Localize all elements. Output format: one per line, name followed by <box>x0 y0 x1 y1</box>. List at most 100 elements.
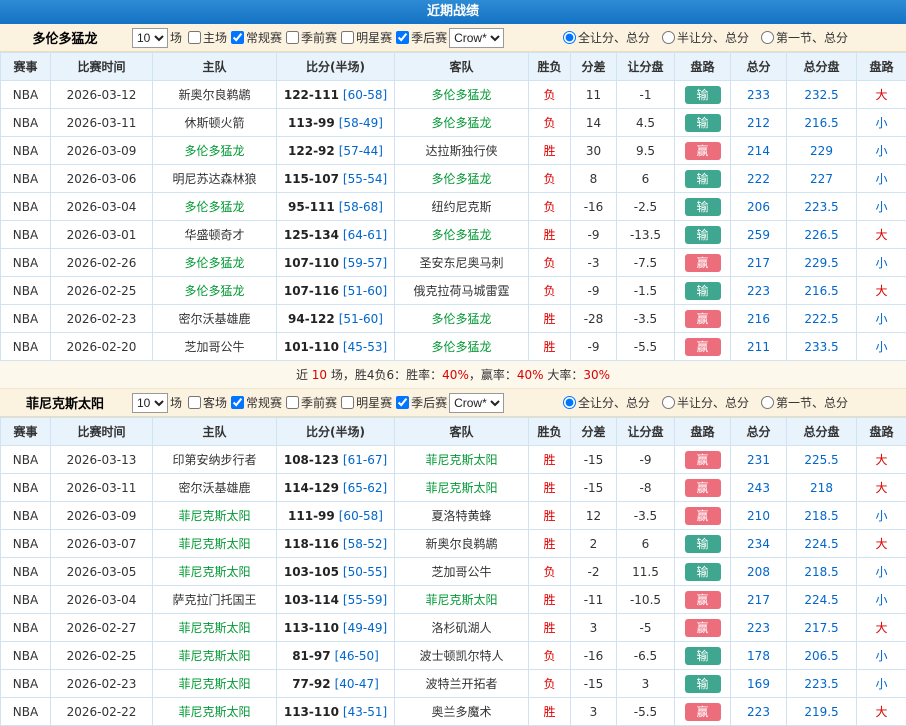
score-cell: 107-116[51-60] <box>277 277 395 305</box>
handicap-result-badge: 输 <box>685 86 721 104</box>
half-handicap-total-radio[interactable] <box>662 396 675 409</box>
final-score: 107-116 <box>284 284 339 298</box>
games-count-select[interactable]: 10 <box>132 393 168 413</box>
scope-radio-first-quarter-total[interactable]: 第一节、总分 <box>757 394 848 411</box>
home-team-name: 菲尼克斯太阳 <box>178 677 250 691</box>
games-count-select[interactable]: 10 <box>132 28 168 48</box>
filter-checkbox-playoffs[interactable]: 季后赛 <box>392 394 447 411</box>
radio-label: 第一节、总分 <box>776 29 848 46</box>
sections-container: 多伦多猛龙10场主场常规赛季前赛明星赛季后赛Crow*全让分、总分半让分、总分第… <box>0 24 906 726</box>
away-team-name: 多伦多猛龙 <box>431 172 491 186</box>
filter-checkbox-preseason[interactable]: 季前赛 <box>282 29 337 46</box>
league-cell: NBA <box>1 698 51 726</box>
total-line-cell: 219.5 <box>787 698 857 726</box>
score-cell: 77-92[40-47] <box>277 670 395 698</box>
away-team-name: 多伦多猛龙 <box>431 116 491 130</box>
final-score: 77-92 <box>292 677 330 691</box>
scope-radio-first-quarter-total[interactable]: 第一节、总分 <box>757 29 848 46</box>
filter-checkbox-preseason[interactable]: 季前赛 <box>282 394 337 411</box>
final-score: 113-110 <box>284 705 339 719</box>
half-handicap-total-radio[interactable] <box>662 31 675 44</box>
league-cell: NBA <box>1 614 51 642</box>
handicap-result-cell: 输 <box>675 670 731 698</box>
date-cell: 2026-03-13 <box>51 446 153 474</box>
point-diff-cell: 11 <box>571 81 617 109</box>
away-team-name: 多伦多猛龙 <box>431 312 491 326</box>
home-team-cell: 多伦多猛龙 <box>153 137 277 165</box>
full-handicap-total-radio[interactable] <box>563 396 576 409</box>
handicap-result-badge: 输 <box>685 114 721 132</box>
handicap-result-cell: 输 <box>675 165 731 193</box>
league-cell: NBA <box>1 586 51 614</box>
half-time-score: [58-68] <box>339 200 383 214</box>
handicap-line-cell: -3.5 <box>617 305 675 333</box>
checkbox-label: 客场 <box>203 394 227 411</box>
away-games-checkbox[interactable] <box>188 396 201 409</box>
filter-checkbox-playoffs[interactable]: 季后赛 <box>392 29 447 46</box>
point-diff-cell: -3 <box>571 249 617 277</box>
playoffs-checkbox[interactable] <box>396 396 409 409</box>
filter-checkbox-away-games[interactable]: 客场 <box>184 394 227 411</box>
handicap-line-cell: -8 <box>617 474 675 502</box>
playoffs-checkbox[interactable] <box>396 31 409 44</box>
preseason-checkbox[interactable] <box>286 31 299 44</box>
home-team-name: 菲尼克斯太阳 <box>178 649 250 663</box>
match-row: NBA2026-03-13印第安纳步行者108-123[61-67]菲尼克斯太阳… <box>1 446 906 474</box>
checkbox-label: 季前赛 <box>301 29 337 46</box>
home-team-cell: 印第安纳步行者 <box>153 446 277 474</box>
home-team-name: 萨克拉门托国王 <box>172 593 256 607</box>
win-loss-cell: 负 <box>529 109 571 137</box>
over-under-cell: 大 <box>857 81 906 109</box>
radio-label: 全让分、总分 <box>578 29 650 46</box>
away-team-name: 圣安东尼奥马刺 <box>419 256 503 270</box>
home-team-cell: 菲尼克斯太阳 <box>153 614 277 642</box>
odds-source-select[interactable]: Crow* <box>449 28 504 48</box>
handicap-result-badge: 输 <box>685 282 721 300</box>
regular-season-checkbox[interactable] <box>231 396 244 409</box>
win-loss-cell: 胜 <box>529 586 571 614</box>
half-time-score: [57-44] <box>339 144 383 158</box>
home-team-cell: 新奥尔良鹈鹕 <box>153 81 277 109</box>
handicap-line-cell: -5 <box>617 614 675 642</box>
league-cell: NBA <box>1 137 51 165</box>
home-games-checkbox[interactable] <box>188 31 201 44</box>
point-diff-cell: 2 <box>571 530 617 558</box>
handicap-result-badge: 赢 <box>685 591 721 609</box>
scope-radio-half-handicap-total[interactable]: 半让分、总分 <box>658 394 749 411</box>
handicap-result-cell: 输 <box>675 193 731 221</box>
match-row: NBA2026-03-05菲尼克斯太阳103-105[50-55]芝加哥公牛负-… <box>1 558 906 586</box>
scope-radio-full-handicap-total[interactable]: 全让分、总分 <box>559 29 650 46</box>
full-handicap-total-radio[interactable] <box>563 31 576 44</box>
preseason-checkbox[interactable] <box>286 396 299 409</box>
scope-radio-full-handicap-total[interactable]: 全让分、总分 <box>559 394 650 411</box>
scope-radio-half-handicap-total[interactable]: 半让分、总分 <box>658 29 749 46</box>
home-team-cell: 密尔沃基雄鹿 <box>153 305 277 333</box>
filter-checkbox-regular-season[interactable]: 常规赛 <box>227 394 282 411</box>
filter-checkbox-regular-season[interactable]: 常规赛 <box>227 29 282 46</box>
final-score: 95-111 <box>288 200 335 214</box>
odds-source-select[interactable]: Crow* <box>449 393 504 413</box>
handicap-result-badge: 输 <box>685 535 721 553</box>
score-cell: 125-134[64-61] <box>277 221 395 249</box>
first-quarter-total-radio[interactable] <box>761 31 774 44</box>
win-loss-cell: 胜 <box>529 137 571 165</box>
win-loss-cell: 负 <box>529 670 571 698</box>
first-quarter-total-radio[interactable] <box>761 396 774 409</box>
match-row: NBA2026-03-04萨克拉门托国王103-114[55-59]菲尼克斯太阳… <box>1 586 906 614</box>
total-points-cell: 216 <box>731 305 787 333</box>
regular-season-checkbox[interactable] <box>231 31 244 44</box>
handicap-result-cell: 赢 <box>675 446 731 474</box>
filter-checkbox-allstar[interactable]: 明星赛 <box>337 29 392 46</box>
total-line-cell: 206.5 <box>787 642 857 670</box>
home-team-name: 明尼苏达森林狼 <box>172 172 256 186</box>
handicap-result-cell: 输 <box>675 221 731 249</box>
allstar-checkbox[interactable] <box>341 31 354 44</box>
filter-checkbox-allstar[interactable]: 明星赛 <box>337 394 392 411</box>
filter-checkbox-home-games[interactable]: 主场 <box>184 29 227 46</box>
allstar-checkbox[interactable] <box>341 396 354 409</box>
away-team-name: 夏洛特黄蜂 <box>431 509 491 523</box>
home-team-name: 多伦多猛龙 <box>184 144 244 158</box>
away-team-name: 多伦多猛龙 <box>431 228 491 242</box>
date-cell: 2026-03-01 <box>51 221 153 249</box>
summary-part: 近 <box>296 368 312 382</box>
